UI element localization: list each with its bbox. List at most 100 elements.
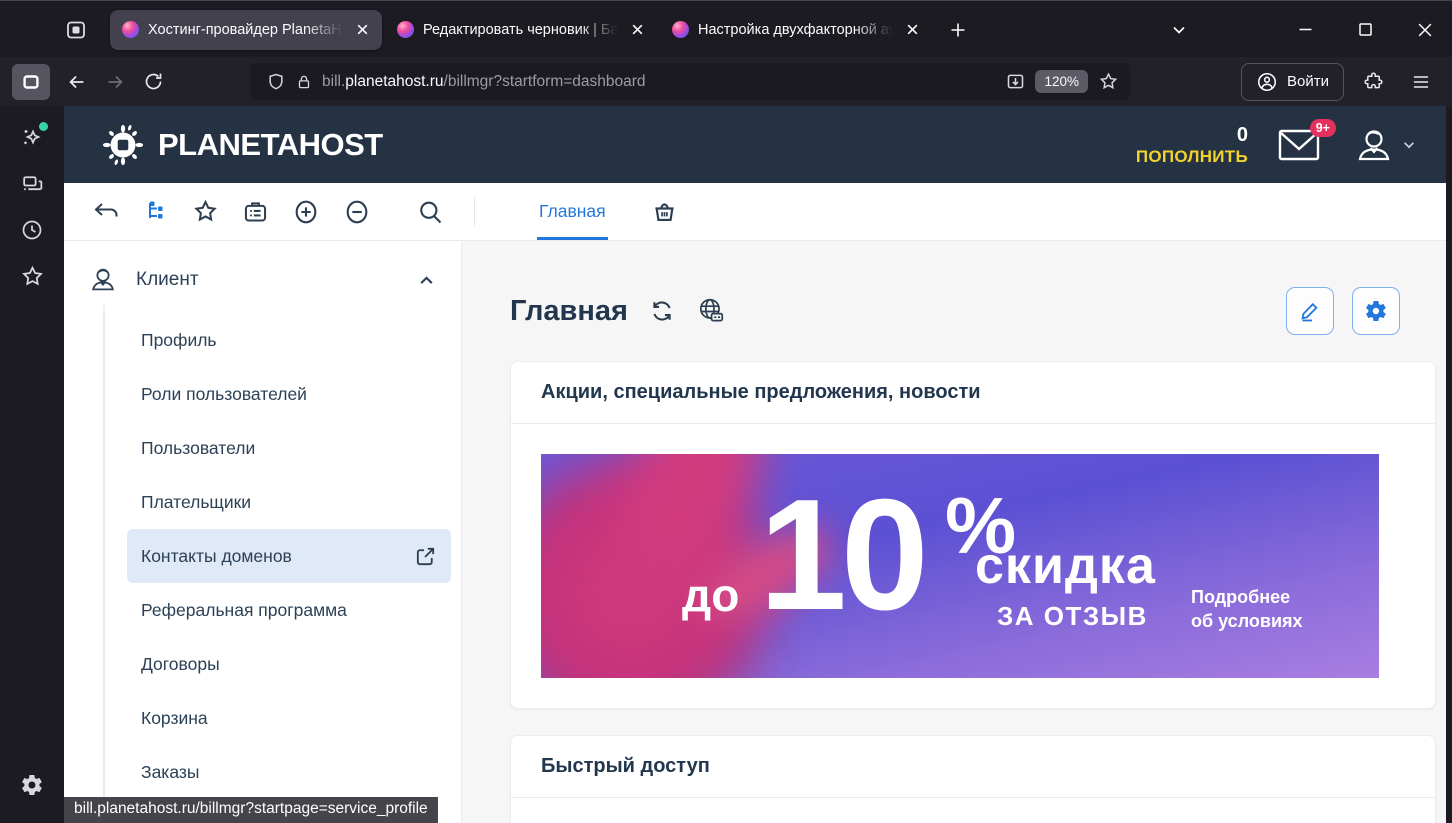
banner-more-link: Подробнееоб условиях: [1191, 585, 1303, 634]
planetahost-logo[interactable]: PLANETAHOST: [100, 122, 383, 168]
banner-discount-word: скидка: [975, 540, 1156, 592]
menu-item-label: Контакты доменов: [141, 546, 292, 567]
menu-item-cart[interactable]: Корзина: [105, 691, 461, 745]
user-account-button[interactable]: [1354, 126, 1416, 164]
firefox-sidebar: [0, 106, 64, 823]
back-button[interactable]: [58, 64, 96, 100]
download-icon[interactable]: [1001, 71, 1029, 92]
user-avatar-icon: [1354, 126, 1394, 164]
url-domain: planetahost.ru: [345, 73, 443, 90]
back-arrow-icon[interactable]: [92, 199, 120, 225]
browser-tab-bar: Хостинг-провайдер PlanetaHo Редактироват…: [0, 2, 1452, 57]
zoom-level-badge[interactable]: 120%: [1035, 70, 1088, 93]
url-path: /billmgr?startform=dashboard: [444, 73, 646, 90]
main-content: Главная: [461, 241, 1446, 823]
quick-access-title: Быстрый доступ: [511, 736, 1435, 798]
url-text: bill.planetahost.ru/billmgr?startform=da…: [322, 73, 1001, 91]
chevron-up-icon: [418, 272, 435, 289]
menu-item-label: Заказы: [141, 762, 199, 783]
firefox-view-icon[interactable]: [58, 12, 94, 48]
refresh-icon[interactable]: [648, 297, 676, 325]
minimize-button[interactable]: [1288, 13, 1322, 47]
synced-tabs-icon[interactable]: [14, 166, 50, 202]
window-edge: [1446, 106, 1452, 823]
ai-chat-icon[interactable]: [14, 120, 50, 156]
topup-link[interactable]: ПОПОЛНИТЬ: [1136, 147, 1248, 167]
banner-value: 10: [759, 476, 923, 634]
balance-value[interactable]: 0: [1237, 123, 1248, 147]
cart-basket-icon[interactable]: [650, 197, 679, 226]
planet-splat-icon: [100, 122, 146, 168]
banner-subtitle: ЗА ОТЗЫВ: [997, 603, 1148, 629]
menu-item-label: Реферальная программа: [141, 600, 347, 621]
tab-close-icon[interactable]: [627, 20, 647, 40]
tab-home[interactable]: Главная: [539, 183, 606, 240]
zoom-in-plus-icon[interactable]: [292, 198, 320, 226]
extensions-puzzle-icon[interactable]: [1354, 64, 1392, 100]
menu-item-users[interactable]: Пользователи: [105, 421, 461, 475]
lock-icon[interactable]: [290, 73, 318, 91]
history-clock-icon[interactable]: [14, 212, 50, 248]
reload-button[interactable]: [134, 64, 172, 100]
bookmark-star-icon[interactable]: [1094, 71, 1122, 92]
notifications-mail-button[interactable]: 9+: [1278, 129, 1320, 161]
favorites-star-icon[interactable]: [192, 198, 219, 225]
mail-count-badge: 9+: [1310, 119, 1336, 137]
menu-item-contracts[interactable]: Договоры: [105, 637, 461, 691]
external-link-icon: [414, 545, 437, 568]
menu-item-label: Корзина: [141, 708, 208, 729]
menu-group-label: Клиент: [136, 269, 199, 291]
url-prefix: bill.: [322, 73, 345, 90]
bookmarks-star-icon[interactable]: [14, 258, 50, 294]
zoom-out-minus-icon[interactable]: [343, 198, 371, 226]
gear-icon: [1364, 299, 1388, 323]
menu-hamburger-icon[interactable]: [1402, 64, 1440, 100]
client-person-icon: [88, 265, 118, 295]
tariffs-card-icon[interactable]: [242, 198, 269, 225]
menu-item-payers[interactable]: Плательщики: [105, 475, 461, 529]
promo-card: Акции, специальные предложения, новости …: [510, 361, 1436, 709]
maximize-button[interactable]: [1348, 13, 1382, 47]
site-favicon: [397, 21, 414, 38]
browser-tab[interactable]: Настройка двухфакторной ауте: [660, 10, 932, 50]
menu-item-referral-program[interactable]: Реферальная программа: [105, 583, 461, 637]
site-toolbar: Главная: [64, 183, 1446, 241]
close-window-button[interactable]: [1408, 13, 1442, 47]
shield-icon[interactable]: [262, 72, 290, 92]
forward-button[interactable]: [96, 64, 134, 100]
tab-title: Редактировать черновик | База: [423, 22, 618, 38]
menu-item-profile[interactable]: Профиль: [105, 313, 461, 367]
menu-group-client[interactable]: Клиент: [64, 255, 461, 305]
sidebar-toggle-button[interactable]: [12, 64, 50, 100]
browser-tab[interactable]: Редактировать черновик | База: [385, 10, 657, 50]
settings-gear-icon[interactable]: [14, 767, 50, 803]
menu-item-user-roles[interactable]: Роли пользователей: [105, 367, 461, 421]
promo-card-title: Акции, специальные предложения, новости: [511, 362, 1435, 424]
brand-name: PLANETAHOST: [158, 127, 383, 163]
tab-close-icon[interactable]: [352, 20, 372, 40]
promo-banner[interactable]: до 10 % скидка ЗА ОТЗЫВ Подробнееоб усло…: [541, 454, 1379, 678]
site-header: PLANETAHOST 0 ПОПОЛНИТЬ 9+: [64, 106, 1446, 183]
edit-dashboard-button[interactable]: [1286, 287, 1334, 335]
search-icon[interactable]: [416, 198, 444, 226]
tab-close-icon[interactable]: [902, 20, 922, 40]
menu-item-label: Договоры: [141, 654, 220, 675]
menu-tree-icon[interactable]: [143, 199, 169, 225]
browser-tab-active[interactable]: Хостинг-провайдер PlanetaHo: [110, 10, 382, 50]
firefox-signin-button[interactable]: Войти: [1241, 63, 1344, 101]
chevron-down-icon: [1402, 138, 1416, 152]
new-tab-button[interactable]: [941, 13, 975, 47]
site-menu: Клиент Профиль Роли пользователей Пользо…: [64, 241, 461, 823]
list-all-tabs-icon[interactable]: [1162, 13, 1196, 47]
browser-navbar: bill.planetahost.ru/billmgr?startform=da…: [0, 57, 1452, 106]
menu-item-orders[interactable]: Заказы: [105, 745, 461, 799]
menu-item-domain-contacts[interactable]: Контакты доменов: [127, 529, 451, 583]
url-bar[interactable]: bill.planetahost.ru/billmgr?startform=da…: [250, 63, 1130, 100]
globe-link-icon[interactable]: [696, 296, 726, 326]
signin-label: Войти: [1287, 73, 1329, 90]
dashboard-settings-button[interactable]: [1352, 287, 1400, 335]
browser-window: Хостинг-провайдер PlanetaHo Редактироват…: [0, 0, 1452, 823]
tab-title: Настройка двухфакторной ауте: [698, 22, 893, 38]
window-controls: [1162, 13, 1442, 47]
menu-item-label: Плательщики: [141, 492, 251, 513]
